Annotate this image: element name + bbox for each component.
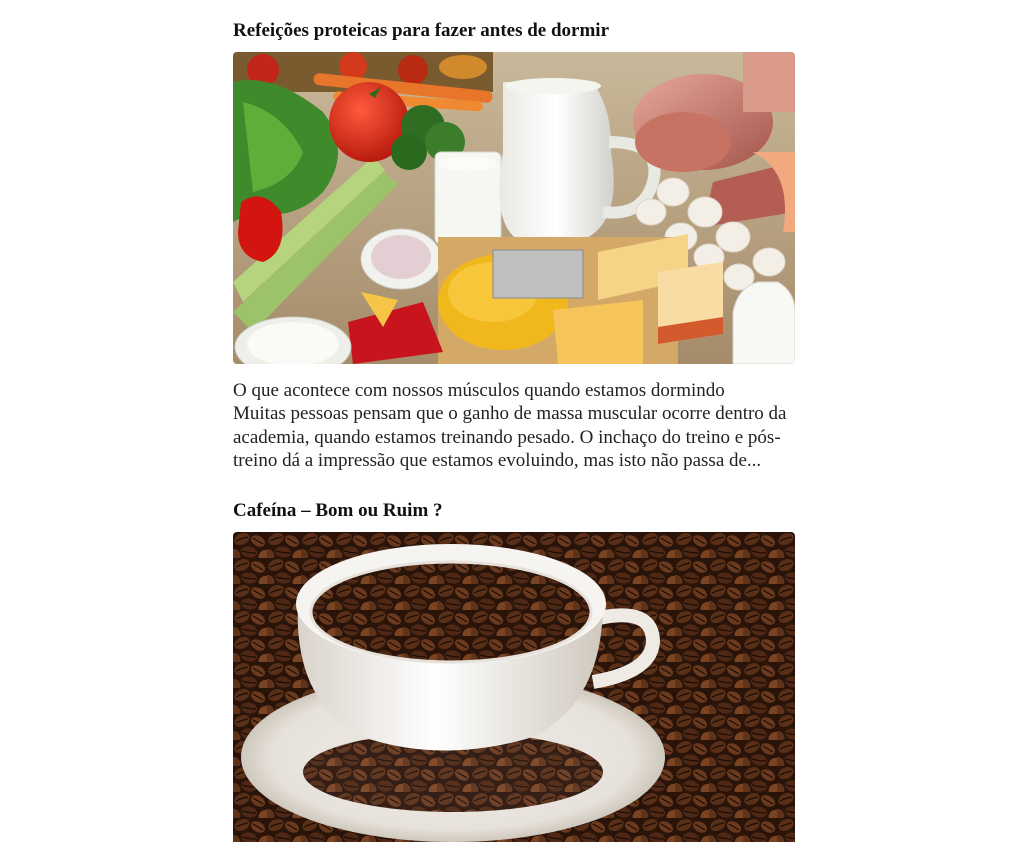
excerpt-heading-line: O que acontece com nossos músculos quand… [233,380,725,401]
post-title[interactable]: Cafeína – Bom ou Ruim ? [233,500,795,522]
protein-foods-image [233,52,795,364]
post-title[interactable]: Refeições proteicas para fazer antes de … [233,0,795,52]
excerpt-body: Muitas pessoas pensam que o ganho de mas… [233,403,787,471]
post-feed: Refeições proteicas para fazer antes de … [233,0,795,843]
post-thumbnail-protein-foods[interactable] [233,52,795,364]
coffee-beans-image [233,532,795,843]
post-thumbnail-coffee[interactable] [233,532,795,843]
post-card: Cafeína – Bom ou Ruim ? [233,500,795,843]
post-excerpt: O que acontece com nossos músculos quand… [233,364,795,472]
post-card: Refeições proteicas para fazer antes de … [233,0,795,472]
